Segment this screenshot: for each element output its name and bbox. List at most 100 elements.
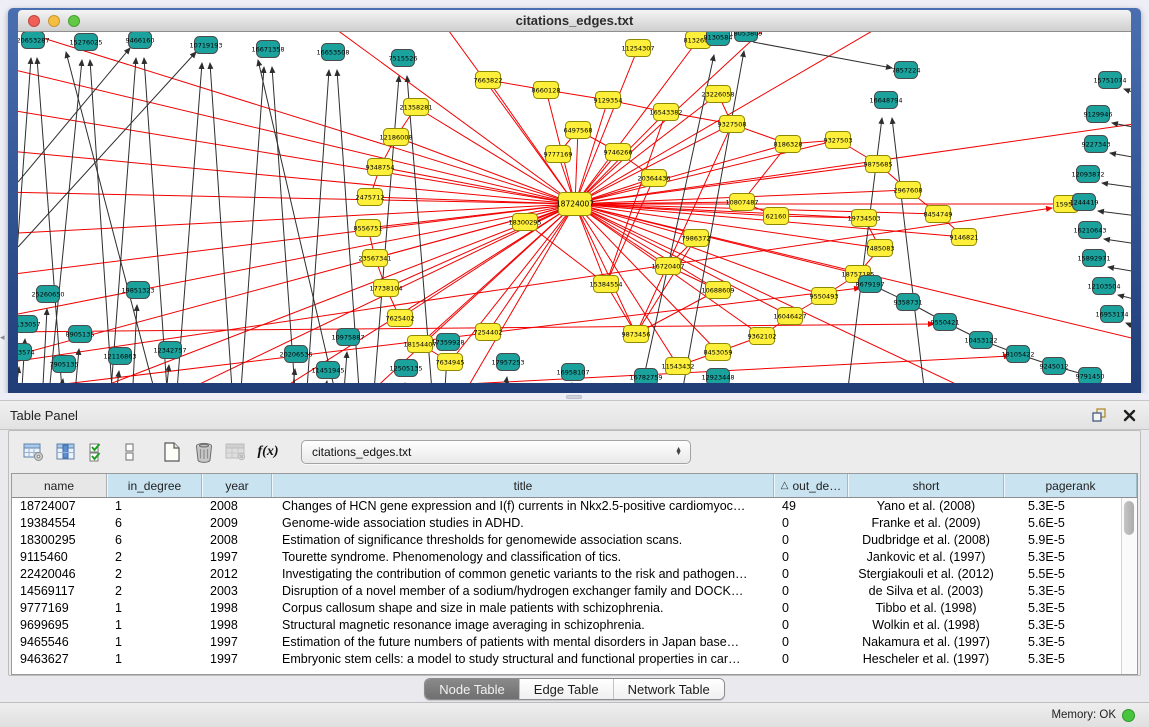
cell-title[interactable]: Investigating the contribution of common… (272, 566, 774, 583)
column-header-out_degree[interactable]: △out_de… (774, 474, 848, 497)
table-row[interactable]: 1938455462009Genome-wide association stu… (12, 515, 1122, 532)
cell-title[interactable]: Disruption of a novel member of a sodium… (272, 583, 774, 600)
network-edge[interactable] (318, 32, 575, 204)
cell-short[interactable]: Yano et al. (2008) (848, 498, 1004, 515)
network-node[interactable]: 9348754 (366, 159, 395, 176)
cell-year[interactable]: 1997 (202, 634, 272, 651)
table-row[interactable]: 1830029562008Estimation of significance … (12, 532, 1122, 549)
close-panel-button[interactable] (1121, 407, 1137, 423)
network-node[interactable]: 18105422 (1001, 346, 1034, 363)
table-row[interactable]: 911546021997Tourette syndrome. Phenomeno… (12, 549, 1122, 566)
network-edge[interactable] (110, 58, 136, 383)
network-node[interactable]: 10719193 (189, 37, 222, 54)
cell-in_degree[interactable]: 2 (107, 566, 202, 583)
network-edge[interactable] (18, 58, 31, 383)
cell-in_degree[interactable]: 1 (107, 617, 202, 634)
column-header-name[interactable]: name (12, 474, 107, 497)
network-node[interactable]: 16671358 (251, 41, 284, 58)
select-all-button[interactable] (85, 438, 111, 466)
network-edge[interactable] (1126, 323, 1131, 328)
network-node[interactable]: 9791450 (1076, 368, 1105, 384)
network-node[interactable]: 7663822 (474, 72, 503, 89)
cell-title[interactable]: Estimation of the future numbers of pati… (272, 634, 774, 651)
table-row[interactable]: 969969511998Structural magnetic resonanc… (12, 617, 1122, 634)
cell-name[interactable]: 19384554 (12, 515, 107, 532)
column-header-in_degree[interactable]: in_degree (107, 474, 202, 497)
network-node[interactable]: 9466160 (126, 32, 155, 49)
scrollbar-thumb[interactable] (1124, 501, 1134, 535)
cell-title[interactable]: Genome-wide association studies in ADHD. (272, 515, 774, 532)
network-edge[interactable] (575, 204, 998, 383)
cell-pagerank[interactable]: 5.3E-5 (1004, 617, 1122, 634)
cell-in_degree[interactable]: 1 (107, 600, 202, 617)
network-node[interactable]: 16782759 (629, 369, 662, 384)
cell-title[interactable]: Changes of HCN gene expression and I(f) … (272, 498, 774, 515)
network-node[interactable]: 18053809 (729, 32, 762, 42)
cell-out_degree[interactable]: 0 (774, 600, 848, 617)
unselect-all-button[interactable] (117, 438, 143, 466)
network-edge[interactable] (272, 67, 296, 383)
network-node[interactable]: 8130584 (704, 32, 733, 46)
table-row[interactable]: 946362711997Embryonic stem cells: a mode… (12, 651, 1122, 668)
cell-out_degree[interactable]: 0 (774, 634, 848, 651)
cell-title[interactable]: Tourette syndrome. Phenomenology and cla… (272, 549, 774, 566)
network-node[interactable]: 16653508 (316, 44, 349, 61)
cell-title[interactable]: Structural magnetic resonance image aver… (272, 617, 774, 634)
network-node[interactable]: 9227343 (1082, 136, 1111, 153)
network-edge[interactable] (323, 381, 327, 383)
network-node[interactable]: 20364436 (637, 170, 670, 187)
network-node[interactable]: 12116863 (103, 348, 136, 365)
network-node[interactable]: 15384554 (589, 276, 622, 293)
network-node[interactable]: 7857224 (892, 62, 921, 79)
network-window-titlebar[interactable]: citations_edges.txt (18, 10, 1131, 32)
cell-short[interactable]: Wolkin et al. (1998) (848, 617, 1004, 634)
cell-year[interactable]: 2012 (202, 566, 272, 583)
network-node[interactable]: 10688609 (701, 282, 734, 299)
tab-network-table[interactable]: Network Table (614, 679, 724, 699)
close-window-button[interactable] (28, 15, 40, 27)
cell-out_degree[interactable]: 0 (774, 651, 848, 668)
delete-column-button[interactable] (191, 438, 217, 466)
network-node[interactable]: 11254307 (621, 40, 654, 57)
network-edge[interactable] (753, 42, 892, 68)
network-node[interactable]: 7634945 (436, 354, 465, 371)
memory-status-indicator[interactable] (1122, 709, 1135, 722)
cell-short[interactable]: de Silva et al. (2003) (848, 583, 1004, 600)
network-node[interactable]: 9133057 (18, 316, 40, 333)
network-node[interactable]: 16543382 (649, 104, 682, 121)
cell-name[interactable]: 18724007 (12, 498, 107, 515)
network-node[interactable]: 9146821 (950, 229, 979, 246)
network-node[interactable]: 16648794 (869, 92, 902, 109)
split-divider[interactable] (0, 393, 1149, 400)
network-node-hub[interactable]: 18724007 (556, 193, 594, 216)
cell-year[interactable]: 2003 (202, 583, 272, 600)
network-edge[interactable] (1110, 153, 1131, 158)
cell-out_degree[interactable]: 0 (774, 532, 848, 549)
table-row[interactable]: 1872400712008Changes of HCN gene express… (12, 498, 1122, 515)
cell-short[interactable]: Nakamura et al. (1997) (848, 634, 1004, 651)
cell-out_degree[interactable]: 0 (774, 583, 848, 600)
cell-short[interactable]: Hescheler et al. (1997) (848, 651, 1004, 668)
cell-out_degree[interactable]: 0 (774, 549, 848, 566)
network-canvas[interactable]: 1872400721358281121860089348754247571285… (18, 32, 1131, 383)
cell-pagerank[interactable]: 5.6E-5 (1004, 515, 1122, 532)
cell-name[interactable]: 22420046 (12, 566, 107, 583)
network-node[interactable]: 8186328 (774, 136, 803, 153)
network-node[interactable]: 12093872 (1071, 166, 1104, 183)
tab-node-table[interactable]: Node Table (425, 679, 520, 699)
network-edge[interactable] (144, 58, 168, 383)
network-node[interactable]: 7625402 (386, 310, 415, 327)
network-node[interactable]: 15892971 (1077, 250, 1110, 267)
column-header-short[interactable]: short (848, 474, 1004, 497)
network-node[interactable]: 62160 (764, 208, 789, 225)
network-edge[interactable] (78, 356, 1010, 383)
table-selector-dropdown[interactable]: citations_edges.txt ▲▼ (301, 440, 691, 464)
network-node[interactable]: 8679197 (856, 276, 885, 293)
network-node[interactable]: 20206536 (279, 346, 312, 363)
cell-name[interactable]: 14569117 (12, 583, 107, 600)
network-edge[interactable] (1104, 239, 1131, 244)
zoom-window-button[interactable] (68, 15, 80, 27)
network-node[interactable]: 2967608 (894, 182, 923, 199)
cell-short[interactable]: Jankovic et al. (1997) (848, 549, 1004, 566)
network-node[interactable]: 19734503 (847, 210, 880, 227)
